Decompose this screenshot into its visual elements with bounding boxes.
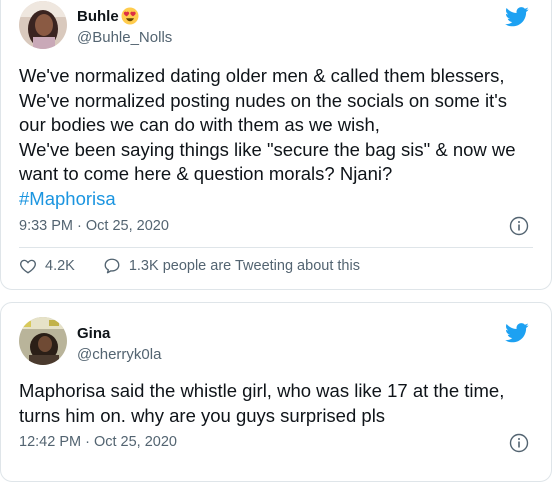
divider [19,247,533,248]
heart-eyes-emoji-icon [121,7,139,25]
twitter-bird-icon[interactable] [505,323,529,343]
tweet-text-line: Maphorisa said the whistle girl, who was… [19,380,505,401]
tweet-text: Maphorisa said the whistle girl, who was… [19,379,529,428]
tweet-card-buhle[interactable]: Buhle @Buhle_Nolls We've normalized dati… [0,0,552,290]
like-button[interactable]: 4.2K [19,257,75,275]
tweet-card-gina[interactable]: Gina @cherryk0la Maphorisa said the whis… [0,302,552,482]
tweet-text-line: We've normalized dating older men & call… [19,65,505,86]
tweet-text-line: want to come here & question morals? Nja… [19,163,393,184]
display-name[interactable]: Buhle [77,7,139,25]
like-count: 4.2K [45,258,75,274]
info-icon[interactable] [509,216,529,236]
tweet-text-line: We've been saying things like "secure th… [19,138,516,160]
tweet-timestamp[interactable]: 9:33 PM · Oct 25, 2020 [19,218,169,234]
avatar[interactable] [19,317,67,365]
people-tweeting-text: 1.3K people are Tweeting about this [128,258,360,274]
tweet-timestamp[interactable]: 12:42 PM · Oct 25, 2020 [19,434,177,450]
speech-bubble-icon [104,258,120,274]
tweet-actions: 4.2K 1.3K people are Tweeting about this [19,255,360,277]
avatar[interactable] [19,1,67,49]
user-handle[interactable]: @cherryk0la [77,346,161,363]
display-name[interactable]: Gina [77,325,110,342]
people-tweeting-link[interactable]: 1.3K people are Tweeting about this [103,257,360,275]
tweet-text: We've normalized dating older men & call… [19,64,529,211]
hashtag-link[interactable]: #Maphorisa [19,187,529,212]
twitter-bird-icon[interactable] [505,7,529,27]
heart-icon [20,259,36,274]
user-handle[interactable]: @Buhle_Nolls [77,29,172,46]
tweet-text-line: our bodies we can do with them as we wis… [19,114,380,135]
info-icon[interactable] [509,433,529,453]
tweet-text-line: turns him on. why are you guys surprised… [19,404,386,426]
tweet-text-line: We've normalized posting nudes on the so… [19,89,507,111]
